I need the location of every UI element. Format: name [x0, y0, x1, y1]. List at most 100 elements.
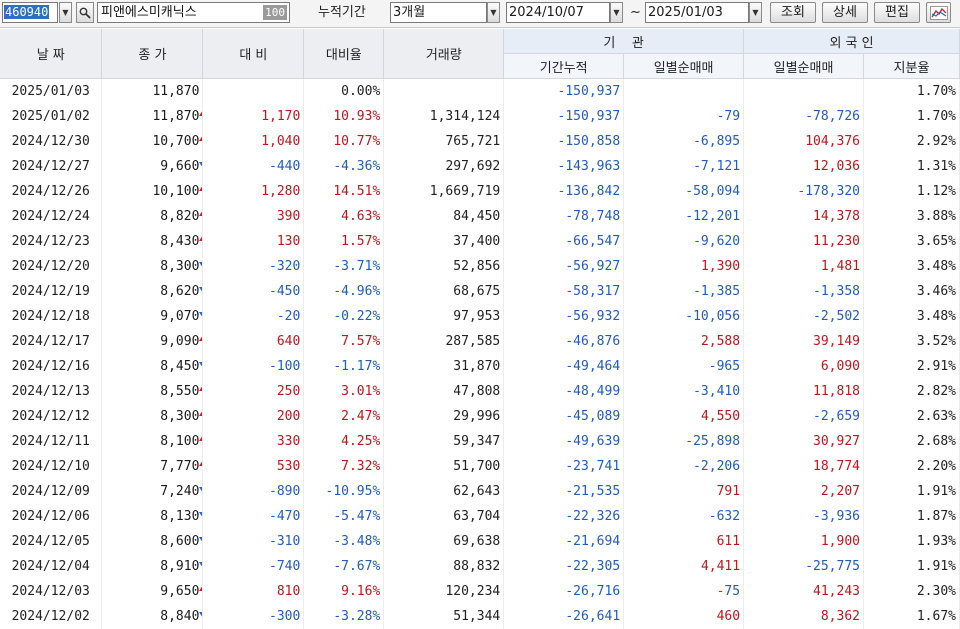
cell-foreign-share: 3.46%: [864, 279, 960, 304]
header-volume[interactable]: 거래량: [384, 29, 504, 79]
period-select[interactable]: 3개월: [390, 2, 487, 23]
cell-close-value: 8,620: [160, 284, 199, 299]
cell-inst-cumulative: -58,317: [504, 279, 624, 304]
cell-inst-daily-value: -12,201: [685, 209, 740, 224]
header-foreign-daily[interactable]: 일별순매매: [744, 54, 864, 79]
cell-inst-cumulative-value: -22,326: [565, 509, 620, 524]
period-dropdown-button[interactable]: ▼: [487, 2, 500, 23]
cell-volume-value: 68,675: [453, 284, 500, 299]
query-button[interactable]: 조회: [770, 2, 816, 23]
table-row[interactable]: 2024/12/058,600-310-3.48%69,638-21,69461…: [0, 529, 960, 554]
cell-volume: 52,856: [384, 254, 504, 279]
cell-inst-daily-value: -10,056: [685, 309, 740, 324]
code-dropdown-button[interactable]: ▼: [59, 2, 72, 23]
header-date[interactable]: 날 짜: [0, 29, 102, 79]
cell-close-value: 11,870: [152, 84, 199, 99]
table-row[interactable]: 2024/12/208,300-320-3.71%52,856-56,9271,…: [0, 254, 960, 279]
triangle-up-icon: [199, 110, 203, 116]
table-row[interactable]: 2024/12/048,910-740-7.67%88,832-22,3054,…: [0, 554, 960, 579]
table-row[interactable]: 2024/12/168,450-100-1.17%31,870-49,464-9…: [0, 354, 960, 379]
cell-foreign-share: 3.48%: [864, 304, 960, 329]
cell-inst-cumulative-value: -150,858: [558, 134, 621, 149]
cell-date: 2024/12/20: [0, 254, 102, 279]
table-row[interactable]: 2024/12/128,3002002.47%29,996-45,0894,55…: [0, 404, 960, 429]
detail-button[interactable]: 상세: [822, 2, 868, 23]
table-row[interactable]: 2024/12/068,130-470-5.47%63,704-22,326-6…: [0, 504, 960, 529]
table-row[interactable]: 2024/12/039,6508109.16%120,234-26,716-75…: [0, 579, 960, 604]
table-row[interactable]: 2024/12/028,840-300-3.28%51,344-26,64146…: [0, 604, 960, 629]
cell-inst-cumulative-value: -150,937: [558, 109, 621, 124]
cell-volume: 37,400: [384, 229, 504, 254]
chevron-down-icon: ▼: [752, 8, 758, 17]
table-body: 2025/01/0311,8700.00%-150,9371.70%2025/0…: [0, 79, 960, 629]
table-row[interactable]: 2024/12/198,620-450-4.96%68,675-58,317-1…: [0, 279, 960, 304]
cell-inst-cumulative-value: -46,876: [565, 334, 620, 349]
table-row[interactable]: 2024/12/279,660-440-4.36%297,692-143,963…: [0, 154, 960, 179]
cell-date: 2025/01/03: [0, 79, 102, 105]
start-date-dropdown-button[interactable]: ▼: [610, 2, 623, 23]
triangle-down-icon: [199, 562, 203, 568]
cell-rate: -7.67%: [304, 554, 384, 579]
cell-inst-daily: -6,895: [624, 129, 744, 154]
table-row[interactable]: 2024/12/189,070-20-0.22%97,953-56,932-10…: [0, 304, 960, 329]
stock-code-input[interactable]: 460940: [2, 2, 58, 23]
table-row[interactable]: 2024/12/107,7705307.32%51,700-23,741-2,2…: [0, 454, 960, 479]
table-row[interactable]: 2024/12/118,1003304.25%59,347-49,639-25,…: [0, 429, 960, 454]
cell-foreign-daily-value: 11,230: [813, 234, 860, 249]
cell-foreign-share: 1.91%: [864, 479, 960, 504]
stock-name-field[interactable]: 피앤에스미캐닉스 100: [97, 2, 290, 23]
cell-inst-daily: -7,121: [624, 154, 744, 179]
end-date-dropdown-button[interactable]: ▼: [749, 2, 762, 23]
cell-inst-cumulative: -46,876: [504, 329, 624, 354]
header-inst-cumulative[interactable]: 기간누적: [504, 54, 624, 79]
header-change[interactable]: 대 비: [203, 29, 304, 79]
table-row[interactable]: 2024/12/2610,1001,28014.51%1,669,719-136…: [0, 179, 960, 204]
cell-close-value: 8,300: [160, 259, 199, 274]
cell-change: -310: [203, 529, 304, 554]
start-date-field[interactable]: 2024/10/07: [506, 2, 610, 23]
cell-rate-value: 7.32%: [341, 459, 380, 474]
header-inst-daily[interactable]: 일별순매매: [624, 54, 744, 79]
triangle-up-icon: [199, 410, 203, 416]
cell-inst-daily-value: -632: [709, 509, 740, 524]
header-foreign-share[interactable]: 지분율: [864, 54, 960, 79]
cell-date: 2024/12/26: [0, 179, 102, 204]
cell-inst-daily-value: 2,588: [701, 334, 740, 349]
triangle-down-icon: [199, 362, 203, 368]
cell-rate-value: 2.47%: [341, 409, 380, 424]
header-close[interactable]: 종 가: [102, 29, 203, 79]
cell-inst-daily-value: -75: [717, 584, 740, 599]
cell-close-value: 9,070: [160, 309, 199, 324]
triangle-down-icon: [199, 312, 203, 318]
stock-search-button[interactable]: [76, 2, 94, 23]
table-row[interactable]: 2024/12/238,4301301.57%37,400-66,547-9,6…: [0, 229, 960, 254]
cell-volume-value: 62,643: [453, 484, 500, 499]
cell-close: 8,620: [102, 279, 203, 304]
cell-foreign-share-value: 1.93%: [917, 534, 956, 549]
cell-inst-daily: -10,056: [624, 304, 744, 329]
cell-date: 2024/12/16: [0, 354, 102, 379]
cell-close-value: 8,450: [160, 359, 199, 374]
cell-foreign-share-value: 1.67%: [917, 609, 956, 624]
table-row[interactable]: 2024/12/097,240-890-10.95%62,643-21,5357…: [0, 479, 960, 504]
table-row[interactable]: 2024/12/179,0906407.57%287,585-46,8762,5…: [0, 329, 960, 354]
cell-close-value: 9,660: [160, 159, 199, 174]
period-label: 누적기간: [318, 2, 366, 23]
table-row[interactable]: 2024/12/138,5502503.01%47,808-48,499-3,4…: [0, 379, 960, 404]
end-date-field[interactable]: 2025/01/03: [645, 2, 749, 23]
table-row[interactable]: 2024/12/3010,7001,04010.77%765,721-150,8…: [0, 129, 960, 154]
cell-inst-cumulative-value: -66,547: [565, 234, 620, 249]
cell-volume-value: 63,704: [453, 509, 500, 524]
cell-inst-cumulative-value: -49,639: [565, 434, 620, 449]
cell-inst-cumulative: -150,937: [504, 79, 624, 105]
cell-date-value: 2024/12/26: [12, 184, 90, 199]
cell-foreign-share: 1.12%: [864, 179, 960, 204]
table-row[interactable]: 2025/01/0311,8700.00%-150,9371.70%: [0, 79, 960, 105]
cell-close-value: 9,090: [160, 334, 199, 349]
edit-button[interactable]: 편집: [874, 2, 920, 23]
cell-change: 640: [203, 329, 304, 354]
header-rate[interactable]: 대비율: [304, 29, 384, 79]
table-row[interactable]: 2025/01/0211,8701,17010.93%1,314,124-150…: [0, 104, 960, 129]
chart-button[interactable]: [926, 2, 951, 23]
table-row[interactable]: 2024/12/248,8203904.63%84,450-78,748-12,…: [0, 204, 960, 229]
